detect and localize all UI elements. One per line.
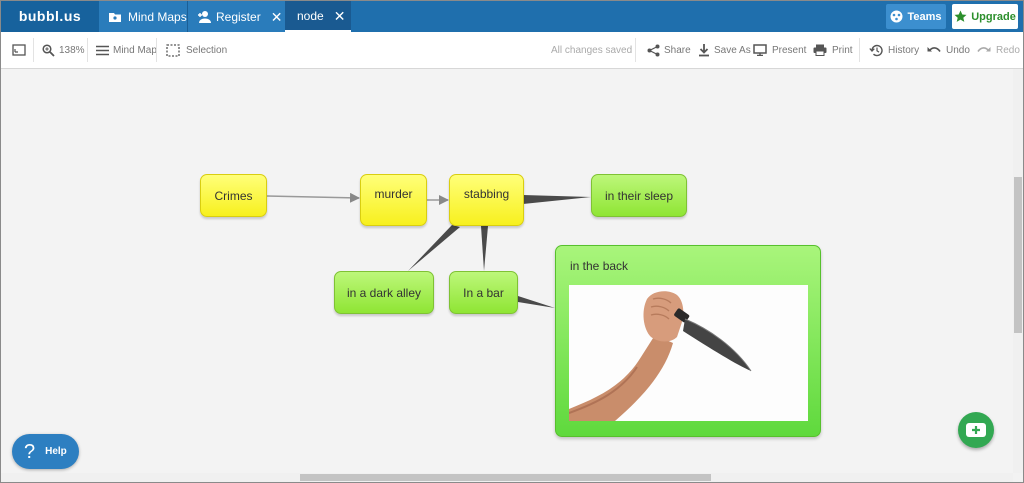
redo-button[interactable]: Redo	[977, 32, 1020, 68]
history-button[interactable]: History	[869, 32, 919, 68]
teams-label: Teams	[907, 10, 942, 23]
help-label: Help	[45, 446, 67, 457]
teams-icon	[890, 10, 903, 23]
knife-image	[568, 285, 808, 421]
connector-stabbing-alley	[408, 225, 460, 271]
divider	[635, 38, 636, 62]
undo-label: Undo	[946, 44, 970, 56]
share-label: Share	[664, 44, 691, 56]
history-icon	[869, 44, 883, 56]
connector-stabbing-sleep	[523, 195, 591, 204]
tab-label: Mind Maps	[128, 9, 187, 24]
node-murder[interactable]: murder	[360, 174, 427, 226]
node-label: Crimes	[214, 188, 253, 203]
monitor-icon	[753, 44, 767, 56]
divider	[33, 38, 34, 62]
horizontal-scrollbar-thumb[interactable]	[300, 474, 711, 481]
node-stabbing[interactable]: stabbing	[449, 174, 524, 226]
mind-map-label: Mind Map	[113, 44, 157, 56]
connector-stabbing-bar	[481, 226, 488, 271]
node-in-a-bar[interactable]: In a bar	[449, 271, 518, 314]
node-in-a-dark-alley[interactable]: in a dark alley	[334, 271, 434, 314]
upgrade-label: Upgrade	[971, 10, 1016, 23]
connector-crimes-murder	[266, 192, 360, 203]
present-button[interactable]: Present	[753, 32, 806, 68]
connector-bar-back	[518, 296, 555, 308]
redo-label: Redo	[996, 44, 1020, 56]
divider	[87, 38, 88, 62]
teams-button[interactable]: Teams	[886, 4, 946, 29]
selection-button[interactable]: Selection	[166, 32, 227, 68]
node-in-their-sleep[interactable]: in their sleep	[591, 174, 687, 217]
save-status-text: All changes saved	[551, 44, 633, 56]
mind-map-button[interactable]: Mind Map	[96, 32, 157, 68]
history-label: History	[888, 44, 920, 56]
save-status: All changes saved	[551, 32, 632, 68]
save-as-button[interactable]: Save As	[698, 32, 751, 68]
node-label: In a bar	[463, 285, 504, 300]
tab-label: node	[297, 8, 324, 23]
star-icon	[954, 10, 967, 22]
share-button[interactable]: Share	[647, 32, 691, 68]
zoom-icon	[42, 43, 55, 57]
app-logo[interactable]: bubbl.us	[1, 1, 99, 32]
present-label: Present	[772, 44, 807, 56]
zoom-button[interactable]: 138%	[42, 32, 85, 68]
divider	[156, 38, 157, 62]
selection-label: Selection	[186, 44, 228, 56]
help-button[interactable]: ? Help	[12, 434, 79, 469]
fit-to-screen-button[interactable]	[12, 32, 26, 68]
node-label: in a dark alley	[346, 285, 422, 300]
close-icon[interactable]: ✕	[271, 10, 283, 24]
divider	[859, 38, 860, 62]
tab-node[interactable]: node ✕	[285, 1, 351, 32]
menu-icon	[96, 45, 109, 55]
node-label: stabbing	[463, 187, 510, 201]
node-label: in the back	[570, 259, 629, 273]
top-navigation: bubbl.us Mind Maps Register ✕ node ✕ Tea…	[1, 1, 1023, 32]
tab-label: Register	[216, 9, 261, 24]
folder-icon	[108, 10, 122, 24]
save-as-label: Save As	[714, 44, 751, 56]
print-button[interactable]: Print	[813, 32, 853, 68]
vertical-scrollbar-thumb[interactable]	[1014, 177, 1022, 333]
share-icon	[647, 44, 660, 56]
add-node-icon	[966, 423, 986, 437]
node-label: murder	[374, 187, 413, 201]
node-in-the-back[interactable]: in the back	[555, 245, 821, 437]
node-label: in their sleep	[604, 188, 674, 203]
selection-icon	[166, 43, 180, 57]
download-icon	[699, 43, 709, 56]
zoom-level: 138%	[59, 44, 85, 56]
toolbar: 138% Mind Map Selection All changes save…	[1, 32, 1023, 69]
tab-register[interactable]: Register ✕	[187, 1, 285, 32]
tab-mind-maps[interactable]: Mind Maps	[99, 1, 187, 32]
redo-icon	[977, 47, 991, 52]
print-icon	[813, 44, 827, 56]
add-node-button[interactable]	[958, 412, 994, 448]
print-label: Print	[832, 44, 853, 56]
add-person-icon	[196, 10, 211, 24]
undo-icon	[927, 47, 941, 52]
undo-button[interactable]: Undo	[927, 32, 970, 68]
app-window: bubbl.us Mind Maps Register ✕ node ✕ Tea…	[0, 0, 1024, 483]
question-icon: ?	[24, 440, 36, 463]
node-crimes[interactable]: Crimes	[200, 174, 267, 217]
close-icon[interactable]: ✕	[334, 9, 346, 23]
upgrade-button[interactable]: Upgrade	[952, 4, 1018, 29]
fit-screen-icon	[12, 44, 26, 56]
